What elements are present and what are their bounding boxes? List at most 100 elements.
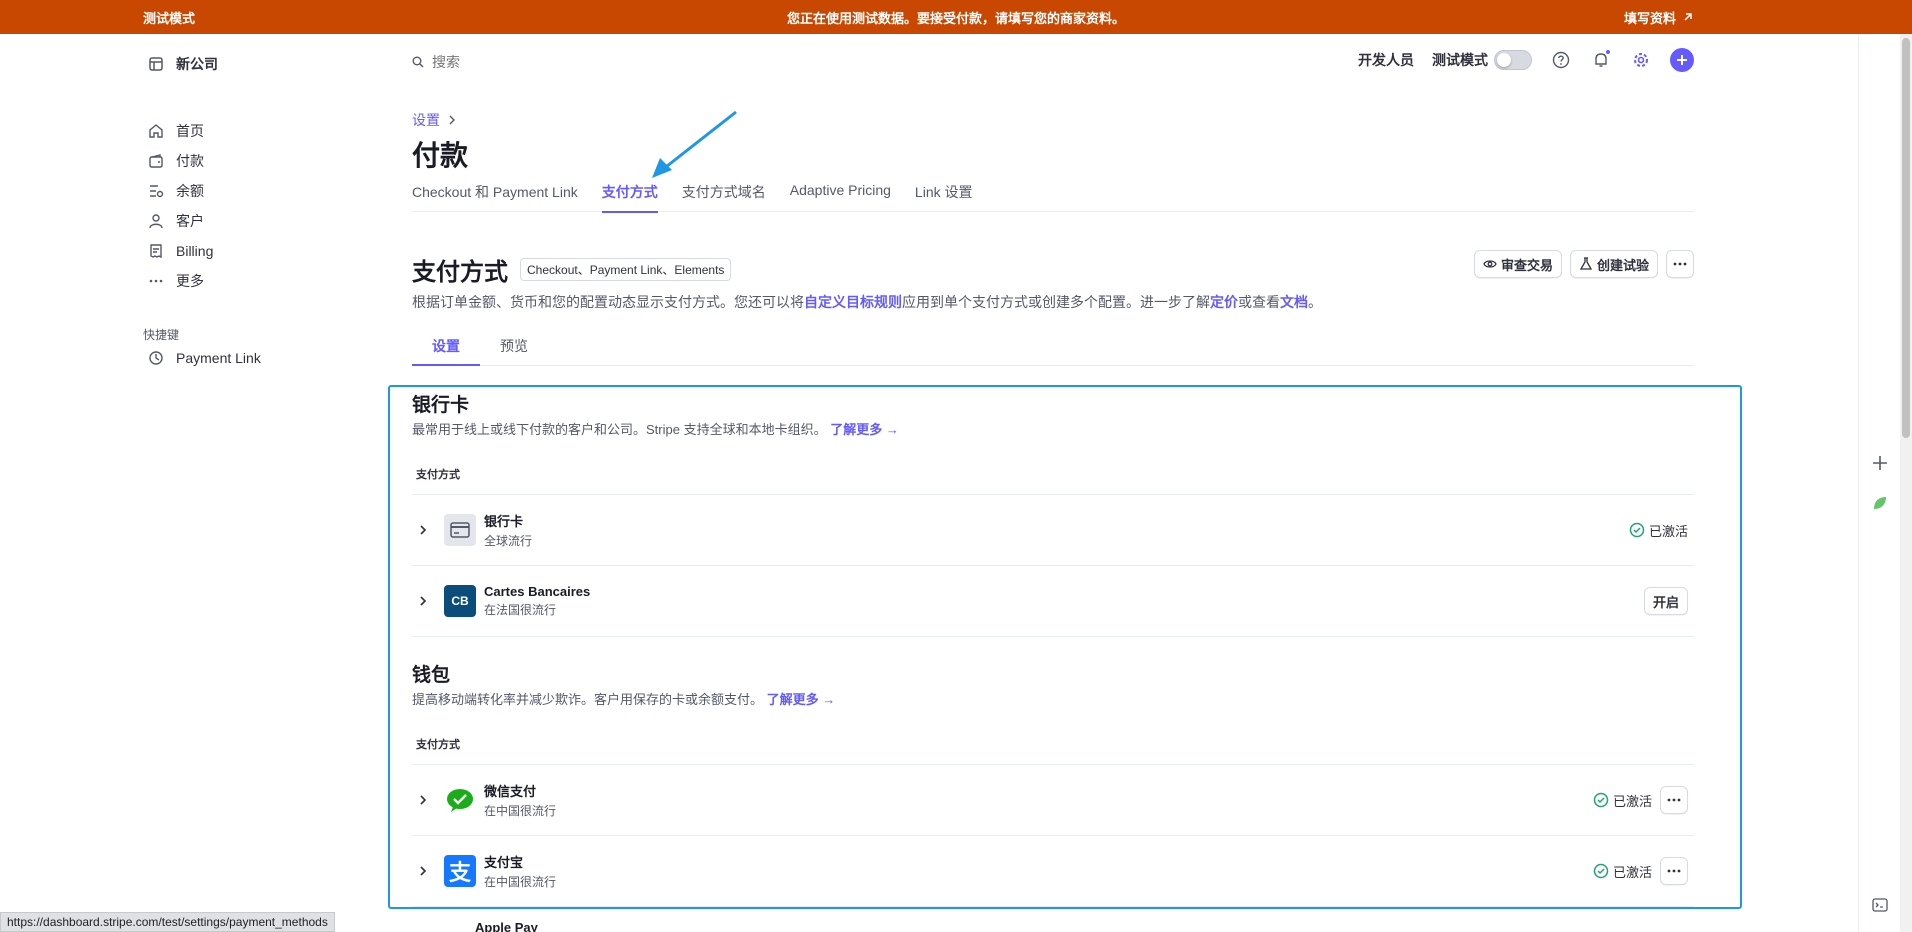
test-mode-label: 测试模式 (1432, 52, 1488, 68)
pm-name: Cartes Bancaires (484, 584, 591, 599)
company-switcher[interactable]: 新公司 (148, 54, 218, 74)
tab-checkout[interactable]: Checkout 和 Payment Link (412, 182, 578, 212)
wallets-description: 提高移动端转化率并减少欺诈。客户用保存的卡或余额支付。 了解更多 → (412, 689, 1694, 708)
sidebar-item-more[interactable]: 更多 (148, 266, 213, 296)
row-more-button[interactable] (1660, 857, 1688, 885)
payment-method-row[interactable]: CB Cartes Bancaires 在法国很流行 开启 (412, 566, 1694, 637)
cb-logo-text: CB (451, 594, 469, 608)
notification-dot (1605, 49, 1611, 55)
pm-subtitle: 在法国很流行 (484, 603, 557, 617)
company-name: 新公司 (176, 56, 218, 72)
sidebar-item-label: 首页 (176, 123, 204, 139)
top-header: 开发人员 测试模式 (412, 34, 1694, 94)
fill-profile-label[interactable]: 填写资料 (1624, 8, 1676, 27)
cards-title: 银行卡 (412, 395, 470, 416)
create-experiment-button[interactable]: 创建试验 (1569, 250, 1658, 278)
shortcut-payment-link[interactable]: Payment Link (148, 346, 261, 370)
desc-part: 根据订单金额、货币和您的配置动态显示支付方式。您还可以将 (412, 294, 804, 310)
search-box[interactable] (412, 54, 632, 70)
wallets-learn-more-link[interactable]: 了解更多 → (767, 692, 836, 707)
pm-subtitle: 在中国很流行 (484, 804, 557, 818)
wallets-title: 钱包 (412, 665, 451, 686)
section-title: 支付方式 (412, 259, 508, 286)
cards-learn-more-link[interactable]: 了解更多 → (830, 422, 899, 437)
wallets-group: 钱包 提高移动端转化率并减少欺诈。客户用保存的卡或余额支付。 了解更多 → 支付… (412, 660, 1694, 907)
section-actions: 审查交易 创建试验 (1473, 250, 1694, 278)
custom-rules-link[interactable]: 自定义目标规则 (804, 294, 902, 310)
sidebar: 新公司 首页 付款 余额 客户 Billing 更多 快捷键 Payment L… (0, 34, 372, 932)
search-icon (412, 56, 424, 68)
sidebar-item-label: Billing (176, 243, 214, 259)
chevron-right-icon[interactable] (416, 794, 430, 806)
scrollbar-thumb[interactable] (1902, 38, 1910, 438)
test-mode-toggle[interactable] (1494, 50, 1532, 70)
fill-profile-link[interactable]: 填写资料 (1624, 8, 1694, 27)
sidebar-item-customers[interactable]: 客户 (148, 206, 213, 236)
external-arrow-icon (1684, 13, 1692, 21)
ellipsis-icon (1667, 869, 1681, 873)
settings-button[interactable] (1630, 49, 1652, 71)
cards-group: 银行卡 最常用于线上或线下付款的客户和公司。Stripe 支持全球和本地卡组织。… (412, 390, 1694, 637)
balance-icon (150, 185, 164, 198)
pm-subtitle: 全球流行 (484, 534, 533, 548)
apple-pay-peek: Apple Pay (475, 920, 538, 932)
payment-method-row[interactable]: 微信支付 在中国很流行 已激活 (412, 765, 1694, 836)
breadcrumb-settings-link[interactable]: 设置 (412, 110, 440, 130)
status-label: 已激活 (1612, 864, 1652, 880)
enable-button[interactable]: 开启 (1643, 587, 1688, 615)
row-more-button[interactable] (1660, 786, 1688, 814)
sidebar-item-payments[interactable]: 付款 (148, 146, 213, 176)
section-description: 根据订单金额、货币和您的配置动态显示支付方式。您还可以将自定义目标规则应用到单个… (412, 292, 1322, 312)
status-active: 已激活 (1593, 862, 1652, 881)
row-status-area: 已激活 (1593, 786, 1688, 814)
page-scrollbar[interactable] (1900, 34, 1912, 932)
chevron-right-icon[interactable] (416, 524, 430, 536)
right-rail (1858, 34, 1900, 932)
billing-icon (150, 244, 162, 259)
sidebar-nav: 首页 付款 余额 客户 Billing 更多 (148, 116, 213, 296)
status-active: 已激活 (1593, 791, 1652, 810)
page-title: 付款 (412, 140, 469, 171)
payment-method-row[interactable]: 支 支付宝 在中国很流行 已激活 (412, 836, 1694, 907)
eye-icon (1483, 260, 1497, 268)
gear-icon (1634, 53, 1648, 67)
experiment-label: 创建试验 (1596, 257, 1649, 273)
subtab-settings[interactable]: 设置 (412, 328, 480, 366)
wechat-pay-logo (444, 784, 476, 816)
pricing-link[interactable]: 定价 (1210, 294, 1238, 310)
chevron-right-icon[interactable] (416, 595, 430, 607)
notifications-button[interactable] (1590, 49, 1612, 71)
sidebar-item-billing[interactable]: Billing (148, 236, 213, 266)
chevron-right-icon (449, 115, 455, 125)
sidebar-item-balance[interactable]: 余额 (148, 176, 213, 206)
rail-add-button[interactable] (1869, 452, 1891, 474)
tab-payment-methods[interactable]: 支付方式 (601, 182, 658, 213)
help-button[interactable] (1550, 49, 1572, 71)
developers-link[interactable]: 开发人员 (1358, 50, 1414, 70)
search-input[interactable] (432, 54, 632, 70)
alipay-logo-text: 支 (448, 861, 471, 886)
tab-adaptive-pricing[interactable]: Adaptive Pricing (790, 182, 891, 212)
cards-description: 最常用于线上或线下付款的客户和公司。Stripe 支持全球和本地卡组织。 了解更… (412, 419, 1694, 438)
help-icon (1552, 51, 1570, 69)
rail-app-button[interactable] (1869, 492, 1891, 514)
sidebar-item-label: 余额 (176, 183, 204, 199)
chevron-right-icon[interactable] (416, 865, 430, 877)
row-status-area: 已激活 (1629, 521, 1688, 540)
payment-method-row[interactable]: 银行卡 全球流行 已激活 (412, 495, 1694, 566)
review-transactions-button[interactable]: 审查交易 (1473, 250, 1562, 278)
create-button[interactable] (1670, 48, 1694, 72)
docs-link[interactable]: 文档 (1280, 294, 1308, 310)
tab-domains[interactable]: 支付方式域名 (682, 182, 766, 212)
shortcuts-title: 快捷键 (143, 328, 180, 342)
credit-card-icon (450, 522, 470, 538)
rail-console-button[interactable] (1869, 894, 1891, 916)
subtab-preview[interactable]: 预览 (480, 328, 548, 365)
cartes-bancaires-logo: CB (444, 585, 476, 617)
sidebar-item-home[interactable]: 首页 (148, 116, 213, 146)
desc-part: 。 (1308, 294, 1322, 310)
cards-column-header: 支付方式 (412, 466, 1694, 495)
more-options-button[interactable] (1666, 250, 1694, 278)
tab-link-settings[interactable]: Link 设置 (915, 182, 973, 212)
sidebar-item-label: 客户 (176, 213, 204, 229)
